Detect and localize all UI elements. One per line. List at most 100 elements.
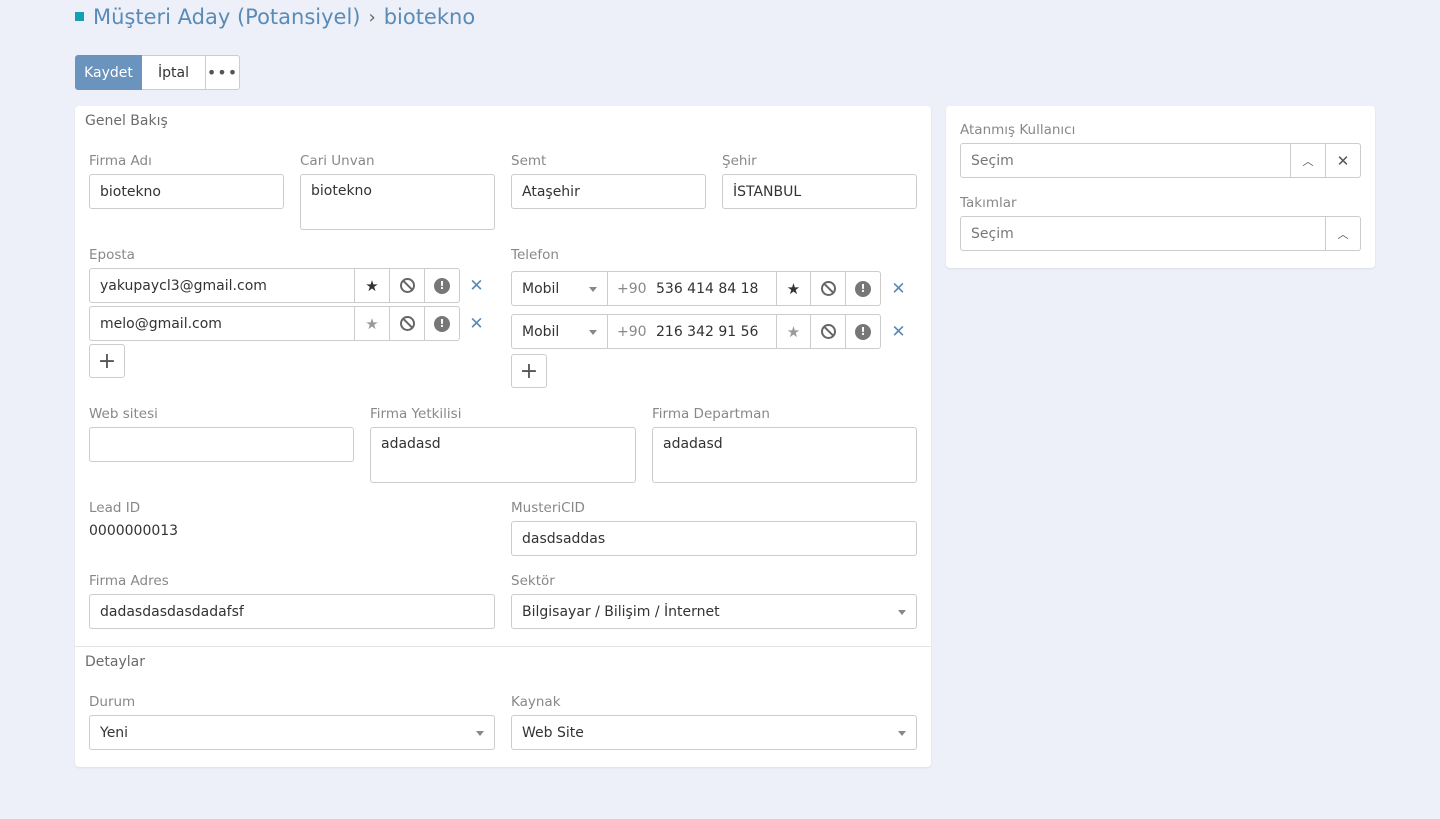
teams-label: Takımlar [960,195,1017,211]
close-icon: ✕ [891,321,906,342]
email-invalid-button[interactable]: ! [425,306,460,341]
musteri-cid-input[interactable]: dasdsaddas [511,521,917,556]
teams-select-button[interactable]: ︿ [1326,216,1361,251]
chevron-up-icon: ︿ [1302,154,1314,168]
ban-icon [820,324,836,339]
firma-departman-textarea[interactable]: adadasd [652,427,917,483]
phone-number-input[interactable]: 536 414 84 18 [656,271,776,306]
phone-type-select[interactable]: Mobil [511,314,608,349]
remove-email-button[interactable]: ✕ [468,306,485,341]
breadcrumb-module-link[interactable]: Müşteri Aday (Potansiyel) [93,5,360,29]
assigned-user-field: Seçim ︿ ✕ [960,143,1361,178]
section-title-overview: Genel Bakış [85,113,168,129]
phone-type-select[interactable]: Mobil [511,271,608,306]
close-icon: ✕ [891,278,906,299]
more-actions-button[interactable]: ••• [206,55,240,90]
action-toolbar: Kaydet İptal ••• [75,55,240,90]
chevron-up-icon: ︿ [1337,227,1349,241]
phone-row: Mobil +90 536 414 84 18 ★ ! [511,271,881,306]
kaynak-select[interactable]: Web Site [511,715,917,750]
phone-number-input[interactable]: 216 342 91 56 [656,314,776,349]
semt-label: Semt [511,153,547,169]
cari-unvan-textarea[interactable]: biotekno [300,174,495,230]
close-icon: ✕ [469,275,484,296]
lead-id-label: Lead ID [89,500,141,516]
musteri-cid-label: MusteriCID [511,500,585,516]
sehir-input[interactable]: İSTANBUL [722,174,917,209]
email-optout-button[interactable] [390,306,425,341]
save-button[interactable]: Kaydet [75,55,142,90]
cancel-button[interactable]: İptal [142,55,206,90]
plus-icon: + [97,348,117,374]
phone-primary-button[interactable]: ★ [776,314,811,349]
phone-type-value: Mobil [522,280,560,297]
close-icon: ✕ [469,313,484,334]
exclamation-icon: ! [434,315,450,332]
sektor-select[interactable]: Bilgisayar / Bilişim / İnternet [511,594,917,629]
email-primary-button[interactable]: ★ [355,268,390,303]
close-icon: ✕ [1336,151,1350,170]
firma-adres-label: Firma Adres [89,573,169,589]
cari-unvan-label: Cari Unvan [300,153,375,169]
email-invalid-button[interactable]: ! [425,268,460,303]
email-row: melo@gmail.com ★ ! [89,306,460,341]
star-icon: ★ [786,322,801,341]
assigned-user-clear-button[interactable]: ✕ [1326,143,1361,178]
email-input[interactable]: yakupaycl3@gmail.com [89,268,355,303]
eposta-label: Eposta [89,247,135,263]
firma-yetkilisi-textarea[interactable]: adadasd [370,427,636,483]
kaynak-label: Kaynak [511,694,561,710]
side-panel: Atanmış Kullanıcı Seçim ︿ ✕ Takımlar Seç… [946,106,1375,268]
email-row: yakupaycl3@gmail.com ★ ! [89,268,460,303]
remove-phone-button[interactable]: ✕ [890,314,907,349]
lead-id-value: 0000000013 [89,523,179,539]
phone-invalid-button[interactable]: ! [846,271,881,306]
breadcrumb-record: biotekno [383,5,476,29]
semt-input[interactable]: Ataşehir [511,174,706,209]
firma-adres-input[interactable]: dadasdasdasdadafsf [89,594,495,629]
add-email-button[interactable]: + [89,344,125,378]
chevron-down-icon [589,287,597,292]
phone-optout-button[interactable] [811,271,846,306]
ban-icon [399,316,415,331]
phone-country-code: +90 [608,314,656,349]
phone-invalid-button[interactable]: ! [846,314,881,349]
email-optout-button[interactable] [390,268,425,303]
durum-select[interactable]: Yeni [89,715,495,750]
firma-yetkilisi-label: Firma Yetkilisi [370,406,462,422]
sehir-label: Şehir [722,153,757,169]
durum-value: Yeni [100,724,129,741]
web-sitesi-input[interactable] [89,427,354,462]
remove-phone-button[interactable]: ✕ [890,271,907,306]
exclamation-icon: ! [855,280,871,297]
email-input[interactable]: melo@gmail.com [89,306,355,341]
phone-primary-button[interactable]: ★ [776,271,811,306]
assigned-user-select-button[interactable]: ︿ [1291,143,1326,178]
email-primary-button[interactable]: ★ [355,306,390,341]
durum-label: Durum [89,694,136,710]
plus-icon: + [519,358,539,384]
telefon-label: Telefon [511,247,559,263]
ban-icon [820,281,836,296]
remove-email-button[interactable]: ✕ [468,268,485,303]
teams-input[interactable]: Seçim [960,216,1326,251]
star-icon: ★ [365,314,379,333]
exclamation-icon: ! [434,277,450,294]
firma-adi-input[interactable]: biotekno [89,174,284,209]
star-icon: ★ [365,276,379,295]
section-divider [75,646,931,647]
main-panel: Genel Bakış Firma Adı biotekno Cari Unva… [75,106,931,767]
chevron-down-icon [898,731,906,736]
firma-adi-label: Firma Adı [89,153,152,169]
chevron-down-icon [898,610,906,615]
add-phone-button[interactable]: + [511,354,547,388]
firma-departman-label: Firma Departman [652,406,770,422]
phone-type-value: Mobil [522,323,560,340]
chevron-down-icon [476,731,484,736]
sektor-label: Sektör [511,573,555,589]
section-title-details: Detaylar [85,654,145,670]
web-sitesi-label: Web sitesi [89,406,158,422]
phone-optout-button[interactable] [811,314,846,349]
breadcrumb-separator: › [368,6,376,28]
assigned-user-input[interactable]: Seçim [960,143,1291,178]
